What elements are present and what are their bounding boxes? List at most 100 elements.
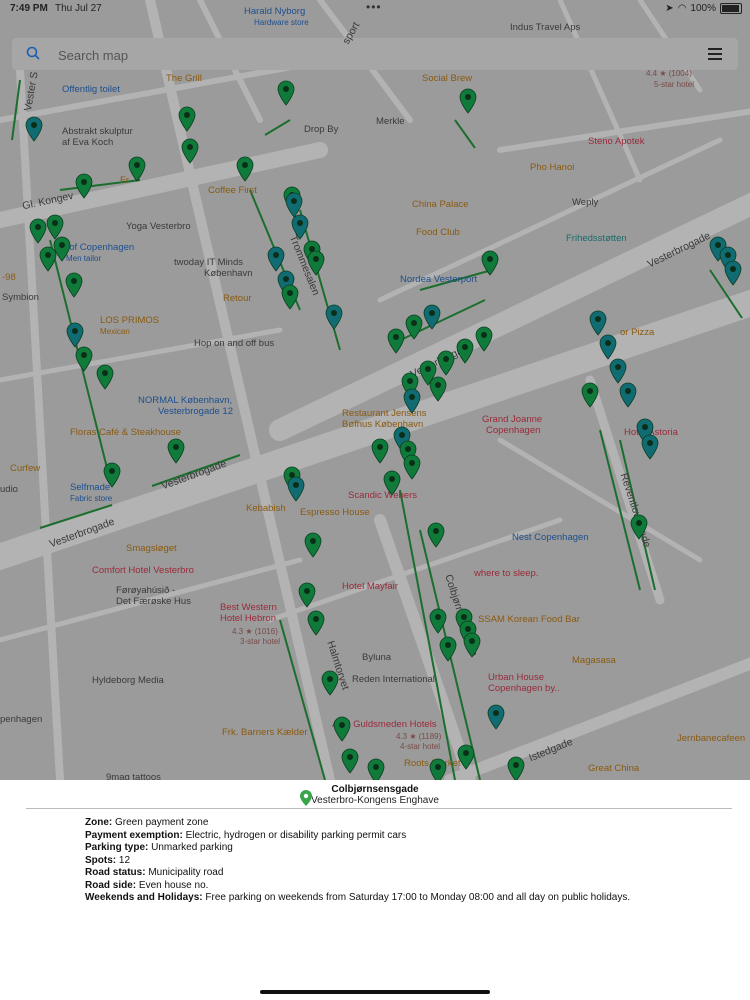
parking-marker[interactable] [437, 350, 455, 376]
poi-label[interactable]: Best Western [220, 602, 277, 613]
poi-label[interactable]: Hyldeborg Media [92, 675, 164, 686]
parking-marker[interactable] [75, 346, 93, 372]
poi-label[interactable]: LOS PRIMOS [100, 315, 159, 326]
poi-label[interactable]: SSAM Korean Food Bar [478, 614, 580, 625]
parking-marker[interactable] [29, 218, 47, 244]
poi-label[interactable]: Floras Café & Steakhouse [70, 427, 181, 438]
poi-label[interactable]: Magasasa [572, 655, 616, 666]
poi-label[interactable]: Hotel Mayfair [342, 581, 398, 592]
parking-marker[interactable] [383, 470, 401, 496]
poi-label[interactable]: or Pizza [620, 327, 654, 338]
poi-label[interactable]: where to sleep. [474, 568, 538, 579]
poi-label[interactable]: Urban House [488, 672, 544, 683]
poi-label[interactable]: Hop on and off bus [194, 338, 274, 349]
parking-marker[interactable] [281, 284, 299, 310]
parking-marker[interactable] [75, 173, 93, 199]
parking-marker[interactable] [599, 334, 617, 360]
parking-marker[interactable] [641, 434, 659, 460]
poi-label[interactable]: Abstrakt skulptur [62, 126, 133, 137]
parking-marker[interactable] [619, 382, 637, 408]
parking-marker[interactable] [589, 310, 607, 336]
parking-marker[interactable] [341, 748, 359, 774]
poi-label[interactable]: udio [0, 484, 18, 495]
poi-label[interactable]: Kebabish [246, 503, 286, 514]
search-input[interactable] [56, 44, 620, 66]
parking-marker[interactable] [181, 138, 199, 164]
poi-label[interactable]: Curfew [10, 463, 40, 474]
parking-marker[interactable] [307, 250, 325, 276]
poi-label[interactable]: Harald Nyborg [244, 6, 305, 17]
poi-label[interactable]: penhagen [0, 714, 42, 725]
poi-label[interactable]: 9mag tattoos [106, 772, 161, 780]
poi-label[interactable]: Smagsløget [126, 543, 177, 554]
search-bar[interactable] [12, 38, 738, 70]
poi-label[interactable]: Comfort Hotel Vesterbro [92, 565, 194, 576]
parking-marker[interactable] [459, 88, 477, 114]
parking-marker[interactable] [405, 314, 423, 340]
parking-marker[interactable] [475, 326, 493, 352]
parking-marker[interactable] [630, 514, 648, 540]
poi-label[interactable]: Grand Joanne [482, 414, 542, 425]
parking-marker[interactable] [96, 364, 114, 390]
parking-marker[interactable] [287, 476, 305, 502]
parking-marker[interactable] [429, 758, 447, 780]
poi-label[interactable]: 4.4 ★ (1004) [646, 68, 692, 79]
parking-marker[interactable] [325, 304, 343, 330]
poi-label[interactable]: Great China [588, 763, 639, 774]
parking-marker[interactable] [724, 260, 742, 286]
poi-label[interactable]: Byluna [362, 652, 391, 663]
poi-label[interactable]: Merkle [376, 116, 405, 127]
parking-marker[interactable] [66, 322, 84, 348]
poi-label[interactable]: Førøyahúsið - [116, 585, 175, 596]
poi-label[interactable]: Nest Copenhagen [512, 532, 589, 543]
multitask-dots-icon[interactable]: ••• [366, 0, 382, 14]
parking-marker[interactable] [333, 716, 351, 742]
map-view[interactable]: 7:49 PM Thu Jul 27 ••• ➤ ◠ 100% Gl. Kong… [0, 0, 750, 780]
home-indicator[interactable] [260, 990, 490, 994]
poi-label[interactable]: Frk. Barners Kælder [222, 727, 308, 738]
poi-label[interactable]: Coffee First [208, 185, 257, 196]
parking-marker[interactable] [403, 454, 421, 480]
parking-marker[interactable] [167, 438, 185, 464]
parking-marker[interactable] [267, 246, 285, 272]
parking-marker[interactable] [429, 608, 447, 634]
poi-label[interactable]: Symbion [2, 292, 39, 303]
poi-label[interactable]: Yoga Vesterbro [126, 221, 191, 232]
poi-label[interactable]: Drop By [304, 124, 338, 135]
poi-label[interactable]: Retour [223, 293, 252, 304]
parking-marker[interactable] [481, 250, 499, 276]
parking-marker[interactable] [178, 106, 196, 132]
poi-label[interactable]: twoday IT Minds [174, 257, 243, 268]
poi-label[interactable]: Offentlig toilet [62, 84, 120, 95]
parking-marker[interactable] [439, 636, 457, 662]
parking-marker[interactable] [128, 156, 146, 182]
poi-label[interactable]: Food Club [416, 227, 460, 238]
poi-label[interactable]: Nordea Vesterport [400, 274, 477, 285]
poi-label[interactable]: Indus Travel Aps [510, 22, 580, 33]
parking-marker[interactable] [371, 438, 389, 464]
parking-marker[interactable] [581, 382, 599, 408]
poi-label[interactable]: Weply [572, 197, 598, 208]
poi-label[interactable]: Jernbanecafeen [677, 733, 745, 744]
parking-marker[interactable] [307, 610, 325, 636]
parking-marker[interactable] [321, 670, 339, 696]
parking-marker[interactable] [457, 744, 475, 770]
parking-marker[interactable] [463, 632, 481, 658]
parking-marker[interactable] [403, 388, 421, 414]
parking-marker[interactable] [507, 756, 525, 780]
parking-marker[interactable] [65, 272, 83, 298]
parking-marker[interactable] [25, 116, 43, 142]
menu-icon[interactable] [708, 48, 722, 60]
parking-marker[interactable] [427, 522, 445, 548]
poi-label[interactable]: Steno Apotek [588, 136, 645, 147]
parking-marker[interactable] [277, 80, 295, 106]
parking-marker[interactable] [456, 338, 474, 364]
poi-label[interactable]: Pho Hanoi [530, 162, 574, 173]
parking-marker[interactable] [387, 328, 405, 354]
parking-marker[interactable] [423, 304, 441, 330]
parking-marker[interactable] [39, 246, 57, 272]
parking-marker[interactable] [367, 758, 385, 780]
poi-label[interactable]: Social Brew [422, 73, 472, 84]
poi-label[interactable]: NORMAL København, [138, 395, 232, 406]
parking-marker[interactable] [298, 582, 316, 608]
